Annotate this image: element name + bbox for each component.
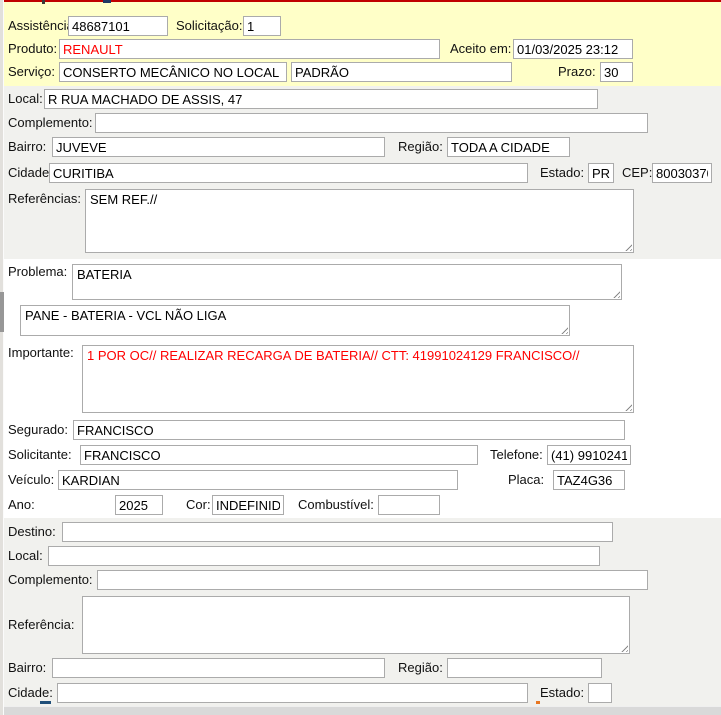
title-text-fragment bbox=[42, 0, 45, 4]
scrollbar-thumb[interactable] bbox=[0, 292, 4, 332]
telefone-label: Telefone: bbox=[490, 445, 543, 465]
window-title-strip bbox=[4, 0, 721, 2]
bottom-text-fragment bbox=[40, 701, 51, 704]
cidade-input[interactable] bbox=[49, 163, 528, 183]
assistencia-label: Assistência: bbox=[8, 16, 77, 36]
bottom-panel-edge bbox=[4, 706, 721, 715]
solicitante-label: Solicitante: bbox=[8, 445, 72, 465]
bottom-dot-fragment bbox=[536, 701, 540, 704]
combustivel-label: Combustível: bbox=[298, 495, 374, 515]
produto-label: Produto: bbox=[8, 39, 57, 59]
destino-local-input[interactable] bbox=[48, 546, 600, 566]
destino-complemento-label: Complemento: bbox=[8, 570, 93, 590]
bairro-input[interactable] bbox=[52, 137, 385, 157]
cor-label: Cor: bbox=[186, 495, 211, 515]
telefone-input[interactable] bbox=[547, 445, 631, 465]
placa-input[interactable] bbox=[553, 470, 625, 490]
destino-bairro-input[interactable] bbox=[52, 658, 385, 678]
placa-label: Placa: bbox=[508, 470, 544, 490]
destino-complemento-input[interactable] bbox=[97, 570, 648, 590]
segurado-label: Segurado: bbox=[8, 420, 68, 440]
complemento-input[interactable] bbox=[95, 113, 648, 133]
aceito-em-label: Aceito em: bbox=[450, 39, 511, 59]
problema-textarea[interactable]: BATERIA bbox=[72, 264, 622, 300]
importante-textarea[interactable]: 1 POR OC// REALIZAR RECARGA DE BATERIA//… bbox=[82, 345, 634, 413]
destino-cidade-label: Cidade: bbox=[8, 683, 53, 703]
destino-estado-label: Estado: bbox=[540, 683, 584, 703]
destino-label: Destino: bbox=[8, 522, 56, 542]
servico-label: Serviço: bbox=[8, 62, 55, 82]
destino-referencia-textarea[interactable] bbox=[82, 596, 630, 654]
assistencia-input[interactable] bbox=[68, 16, 168, 36]
title-text-fragment bbox=[103, 0, 111, 3]
prazo-input[interactable] bbox=[600, 62, 633, 82]
problema-label: Problema: bbox=[8, 264, 67, 280]
cep-input[interactable] bbox=[652, 163, 712, 183]
local-input[interactable] bbox=[44, 89, 598, 109]
complemento-label: Complemento: bbox=[8, 113, 93, 133]
aceito-em-input[interactable] bbox=[513, 39, 633, 59]
cor-input[interactable] bbox=[212, 495, 284, 515]
destino-regiao-input[interactable] bbox=[447, 658, 602, 678]
estado-label: Estado: bbox=[540, 163, 584, 183]
estado-input[interactable] bbox=[588, 163, 614, 183]
destino-bairro-label: Bairro: bbox=[8, 658, 46, 678]
destino-referencia-label: Referência: bbox=[8, 615, 74, 635]
regiao-input[interactable] bbox=[447, 137, 570, 157]
prazo-label: Prazo: bbox=[558, 62, 596, 82]
service-order-window: Assistência: Solicitação: Produto: Aceit… bbox=[0, 0, 721, 715]
ano-label: Ano: bbox=[8, 495, 35, 515]
veiculo-input[interactable] bbox=[58, 470, 458, 490]
destino-estado-input[interactable] bbox=[588, 683, 612, 703]
destino-input[interactable] bbox=[62, 522, 613, 542]
problema-detalhe-textarea[interactable]: PANE - BATERIA - VCL NÃO LIGA bbox=[20, 305, 570, 336]
referencias-textarea[interactable]: SEM REF.// bbox=[85, 189, 634, 253]
combustivel-input[interactable] bbox=[378, 495, 440, 515]
servico-tipo-input[interactable] bbox=[291, 62, 512, 82]
local-label: Local: bbox=[8, 89, 43, 109]
solicitante-input[interactable] bbox=[80, 445, 478, 465]
ano-input[interactable] bbox=[115, 495, 163, 515]
produto-input[interactable] bbox=[59, 39, 440, 59]
destino-regiao-label: Região: bbox=[398, 658, 443, 678]
segurado-input[interactable] bbox=[73, 420, 625, 440]
bairro-label: Bairro: bbox=[8, 137, 46, 157]
importante-label: Importante: bbox=[8, 345, 74, 361]
left-scrollbar[interactable] bbox=[0, 0, 4, 715]
destino-cidade-input[interactable] bbox=[57, 683, 528, 703]
servico-input[interactable] bbox=[59, 62, 287, 82]
cep-label: CEP: bbox=[622, 163, 652, 183]
referencias-label: Referências: bbox=[8, 191, 81, 207]
solicitacao-input[interactable] bbox=[243, 16, 281, 36]
cidade-label: Cidade: bbox=[8, 163, 53, 183]
destino-local-label: Local: bbox=[8, 546, 43, 566]
regiao-label: Região: bbox=[398, 137, 443, 157]
solicitacao-label: Solicitação: bbox=[176, 16, 242, 36]
veiculo-label: Veículo: bbox=[8, 470, 54, 490]
